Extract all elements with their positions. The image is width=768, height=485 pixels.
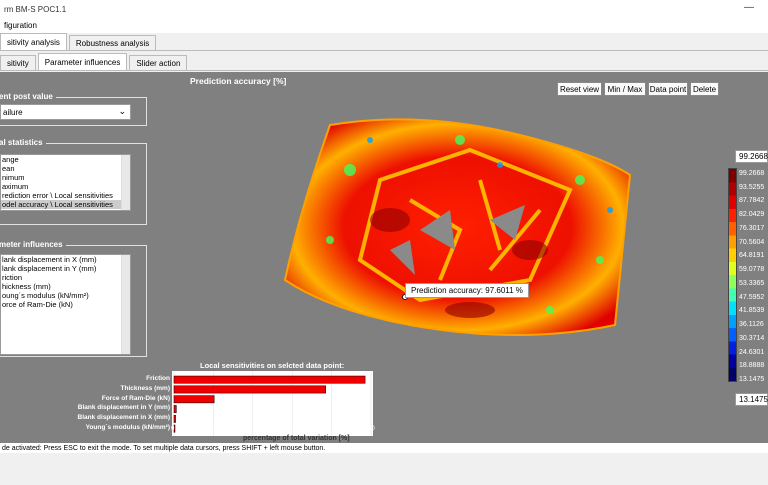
sensitivity-x-axis-label: percentage of total variation [%] — [243, 435, 350, 442]
sensitivity-bar — [173, 385, 326, 394]
colorbar-tick-label: 18.8888 — [739, 362, 765, 370]
status-text: de activated: Press ESC to exit the mode… — [2, 444, 326, 452]
colorbar-tick-label: 24.6301 — [739, 348, 765, 356]
bottom-area — [0, 453, 768, 485]
colorbar-tick-label: 13.1475 — [739, 376, 765, 383]
statistics-group-title: al statistics — [0, 138, 46, 147]
reset-view-button[interactable]: Reset view — [557, 82, 602, 96]
sensitivity-category-label: Blank displacement in X (mm) — [77, 414, 170, 422]
sensitivity-x-tick: 30 — [289, 426, 296, 432]
colorbar-tick-label: 99.2668 — [739, 170, 765, 177]
sub-tab-strip: sitivity Parameter influences Slider act… — [0, 53, 768, 71]
list-item[interactable]: lank displacement in X (mm) — [1, 255, 130, 264]
list-item-selected[interactable]: odel accuracy \ Local sensitivities — [1, 200, 130, 209]
list-item[interactable]: oung´s modulus (kN/mm²) — [1, 291, 130, 300]
list-item[interactable]: ean — [1, 164, 130, 173]
colorbar-tick-label: 76.3017 — [739, 224, 765, 232]
post-value-selected: ailure — [3, 107, 23, 117]
sensitivity-bar — [173, 395, 215, 404]
hood-heatmap-plot[interactable] — [270, 110, 650, 350]
colorbar-tick-label: 36.1126 — [739, 321, 764, 329]
colorbar-tick-label: 64.8191 — [739, 252, 765, 260]
list-item[interactable]: ange — [1, 155, 130, 164]
sensitivity-x-tick: 20 — [249, 426, 257, 432]
colorbar — [728, 168, 737, 382]
colorbar-max-value[interactable]: 99.2668 — [735, 150, 768, 163]
colorbar-tick-label: 47.5952 — [739, 293, 765, 301]
sensitivity-chart-title: Local sensitivities on selcted data poin… — [200, 361, 345, 370]
delete-button[interactable]: Delete — [690, 82, 719, 96]
list-item[interactable]: aximum — [1, 182, 130, 191]
colorbar-tick-label: 82.0429 — [739, 211, 765, 219]
list-item[interactable]: rediction error \ Local sensitivities — [1, 191, 130, 200]
sensitivity-category-label: Force of Ram-Die (kN) — [101, 394, 170, 402]
statistics-scrollbar[interactable] — [121, 155, 130, 210]
list-item[interactable]: orce of Ram-Die (kN) — [1, 300, 130, 309]
colorbar-tick-label: 87.7842 — [739, 197, 765, 205]
tab-robustness-analysis[interactable]: Robustness analysis — [68, 35, 157, 50]
menu-bar: figuration — [0, 18, 768, 33]
data-point-button[interactable]: Data point — [648, 82, 688, 96]
post-value-select[interactable]: ailure ⌄ — [0, 104, 131, 120]
colorbar-tick-label: 70.5604 — [739, 238, 765, 246]
parameters-group-title: meter influences — [0, 240, 66, 249]
colorbar-min-value[interactable]: 13.1475 — [735, 393, 768, 406]
parameters-list[interactable]: lank displacement in X (mm) lank displac… — [0, 254, 131, 355]
window-title: rm BM-S POC1.1 — [4, 4, 67, 14]
sensitivity-bar — [173, 375, 366, 384]
list-item[interactable]: nimum — [1, 173, 130, 182]
colorbar-tick-label: 30.3714 — [739, 334, 765, 342]
list-item[interactable]: lank displacement in Y (mm) — [1, 264, 130, 273]
post-value-group-title: ent post value — [0, 92, 56, 101]
sensitivity-category-label: Young´s modulus (kN/mm²) — [85, 424, 170, 431]
sensitivity-bar-chart — [173, 371, 372, 436]
plot-title: Prediction accuracy [%] — [190, 76, 287, 86]
title-bar: rm BM-S POC1.1 — — [0, 0, 768, 18]
sensitivity-x-tick: 40 — [328, 426, 336, 432]
colorbar-tick-label: 41.8539 — [739, 307, 765, 315]
minimize-button[interactable]: — — [744, 2, 754, 13]
sensitivity-category-label: Friction — [146, 375, 170, 382]
statistics-list[interactable]: ange ean nimum aximum rediction error \ … — [0, 154, 131, 211]
tab-parameter-influences[interactable]: Parameter influences — [37, 53, 128, 70]
tab-sensitivity[interactable]: sitivity — [0, 55, 36, 70]
menu-item-configuration[interactable]: figuration — [4, 21, 37, 30]
sensitivity-x-tick: 10 — [210, 426, 218, 432]
min-max-button[interactable]: Min / Max — [604, 82, 646, 96]
colorbar-tick-label: 59.0778 — [739, 266, 765, 274]
parameters-scrollbar[interactable] — [121, 255, 130, 354]
colorbar-tick-label: 93.5255 — [739, 183, 765, 191]
sensitivity-bar — [173, 405, 177, 413]
sensitivity-bar — [173, 414, 176, 423]
sensitivity-category-label: Thickness (mm) — [120, 384, 171, 392]
list-item[interactable]: hickness (mm) — [1, 282, 130, 291]
colorbar-tick-label: 53.3365 — [739, 279, 765, 287]
sensitivity-x-tick: 0 — [171, 426, 175, 432]
sensitivity-category-label: Blank displacement in Y (mm) — [77, 404, 170, 412]
status-bar: de activated: Press ESC to exit the mode… — [0, 443, 768, 453]
tab-slider-action[interactable]: Slider action — [129, 55, 188, 70]
chevron-down-icon: ⌄ — [118, 106, 126, 116]
top-tab-strip: sitivity analysis Robustness analysis — [0, 33, 768, 51]
data-cursor-tooltip: Prediction accuracy: 97.6011 % — [405, 283, 529, 298]
sensitivity-x-tick: 50 — [368, 426, 375, 432]
tab-sensitivity-analysis[interactable]: sitivity analysis — [0, 33, 67, 50]
list-item[interactable]: riction — [1, 273, 130, 282]
